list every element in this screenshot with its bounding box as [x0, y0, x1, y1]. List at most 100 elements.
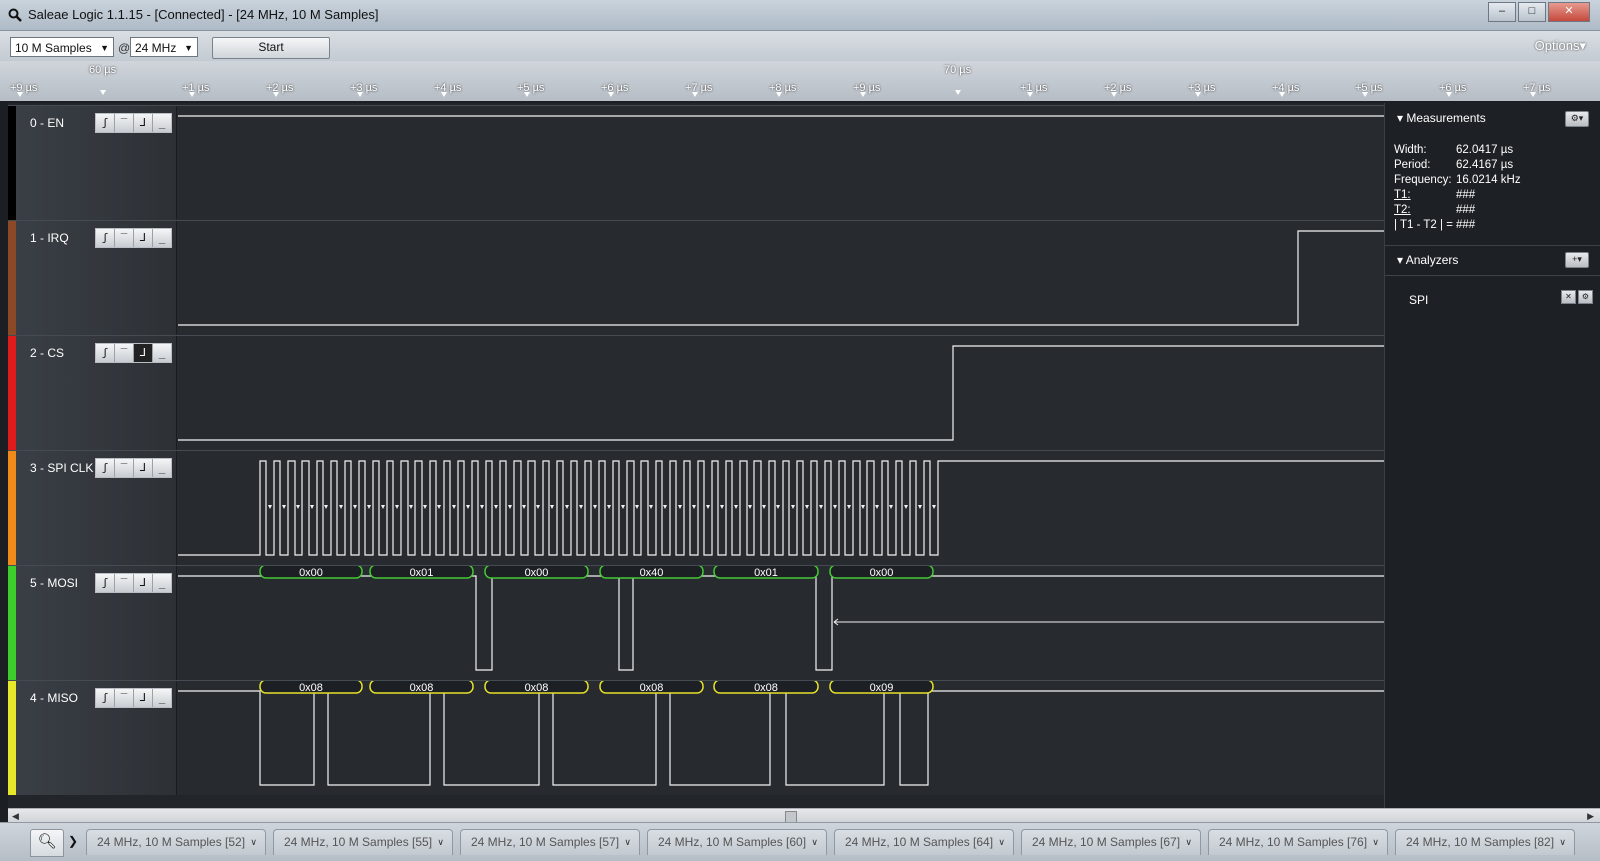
falling-edge-trigger-icon[interactable]: ⅃ [134, 459, 153, 477]
chevron-down-icon[interactable]: ∨ [1185, 830, 1192, 854]
add-analyzer-icon[interactable]: +▾ [1565, 252, 1589, 268]
search-icon[interactable]: 🔍︎ [30, 829, 64, 857]
rising-edge-trigger-icon[interactable]: ʃ [96, 344, 115, 362]
channel-label-area[interactable]: 1 - IRQ ʃ ‾ ⅃ _ [16, 221, 177, 335]
timeline-tick-label: +2 µs [266, 82, 294, 94]
timeline-tick-mark [692, 92, 698, 97]
waveform-area[interactable]: 0 - EN ʃ ‾ ⅃ _ 1 - IRQ ʃ ‾ ⅃ _ 2 - CS ʃ ‾ ⅃ _ 3 - SPI C… [8, 103, 1384, 808]
channel-name[interactable]: 0 - EN [30, 116, 64, 130]
sample-count-select[interactable]: 10 M Samples ▼ [10, 37, 114, 57]
capture-tab[interactable]: 24 MHz, 10 M Samples [52] ∨ [86, 829, 266, 855]
channel-row[interactable]: 0 - EN ʃ ‾ ⅃ _ [8, 105, 1384, 220]
analyzer-gear-icon[interactable]: ⚙ [1578, 290, 1593, 304]
capture-tab[interactable]: 24 MHz, 10 M Samples [76] ∨ [1208, 829, 1388, 855]
analyzers-header[interactable]: ▾ Analyzers [1397, 253, 1458, 267]
measurement-key: Period: [1394, 159, 1431, 171]
channel-name[interactable]: 1 - IRQ [30, 231, 69, 245]
side-panel: ▾ Measurements ⚙▾ Width: 62.0417 µs Period… [1384, 103, 1600, 808]
channel-row[interactable]: 0x08 0x08 0x08 0x08 0x08 0x09 4 - MISO ʃ ‾ ⅃ _ [8, 680, 1384, 795]
chevron-down-icon[interactable]: ∨ [437, 830, 444, 854]
trigger-selector: ʃ ‾ ⅃ _ [95, 458, 172, 478]
start-button[interactable]: Start [212, 37, 330, 59]
channel-row[interactable]: 2 - CS ʃ ‾ ⅃ _ [8, 335, 1384, 450]
falling-edge-trigger-icon[interactable]: ⅃ [134, 229, 153, 247]
low-level-trigger-icon[interactable]: _ [153, 459, 171, 477]
high-level-trigger-icon[interactable]: ‾ [115, 229, 134, 247]
measurements-header[interactable]: ▾ Measurements [1397, 111, 1486, 125]
scroll-right-icon[interactable]: ▶ [1587, 809, 1594, 823]
low-level-trigger-icon[interactable]: _ [153, 689, 171, 707]
capture-tab[interactable]: 24 MHz, 10 M Samples [57] ∨ [460, 829, 640, 855]
chevron-down-icon[interactable]: ∨ [624, 830, 631, 854]
high-level-trigger-icon[interactable]: ‾ [115, 689, 134, 707]
scroll-left-icon[interactable]: ◀ [12, 809, 19, 823]
high-level-trigger-icon[interactable]: ‾ [115, 574, 134, 592]
timeline-tick-label: +9 µs [10, 82, 38, 94]
capture-tab[interactable]: 24 MHz, 10 M Samples [55] ∨ [273, 829, 453, 855]
timeline-ruler[interactable]: 60 µs 70 µs +9 µs +1 µs +2 µs +3 µs +4 µs +5 … [0, 61, 1600, 101]
low-level-trigger-icon[interactable]: _ [153, 344, 171, 362]
low-level-trigger-icon[interactable]: _ [153, 114, 171, 132]
channel-label-area[interactable]: 0 - EN ʃ ‾ ⅃ _ [16, 106, 177, 220]
minimize-button[interactable]: – [1488, 2, 1516, 22]
falling-edge-trigger-icon[interactable]: ⅃ [134, 574, 153, 592]
channel-row[interactable]: 3 - SPI CLK ʃ ‾ ⅃ _ [8, 450, 1384, 565]
sample-arrow-icon [847, 505, 851, 509]
capture-tab[interactable]: 24 MHz, 10 M Samples [67] ∨ [1021, 829, 1201, 855]
rising-edge-trigger-icon[interactable]: ʃ [96, 459, 115, 477]
channel-label-area[interactable]: 2 - CS ʃ ‾ ⅃ _ [16, 336, 177, 450]
horizontal-scrollbar[interactable]: ◀ ▶ [8, 808, 1600, 823]
high-level-trigger-icon[interactable]: ‾ [115, 459, 134, 477]
decoded-byte-label: 0x08 [410, 682, 434, 694]
options-menu[interactable]: Options▾ [1535, 38, 1586, 54]
tab-scroll-arrow-icon[interactable]: ❯ [66, 829, 80, 855]
falling-edge-trigger-icon[interactable]: ⅃ [134, 114, 153, 132]
maximize-button[interactable]: □ [1518, 2, 1546, 22]
decoded-byte-label: 0x01 [410, 567, 434, 579]
low-level-trigger-icon[interactable]: _ [153, 574, 171, 592]
channel-name[interactable]: 4 - MISO [30, 691, 78, 705]
rising-edge-trigger-icon[interactable]: ʃ [96, 229, 115, 247]
falling-edge-trigger-icon[interactable]: ⅃ [134, 689, 153, 707]
channel-name[interactable]: 2 - CS [30, 346, 64, 360]
close-analyzer-icon[interactable]: ✕ [1561, 290, 1576, 304]
rising-edge-trigger-icon[interactable]: ʃ [96, 114, 115, 132]
close-button[interactable]: ✕ [1548, 2, 1590, 22]
chevron-down-icon[interactable]: ∨ [1372, 830, 1379, 854]
measurements-gear-icon[interactable]: ⚙▾ [1565, 111, 1589, 127]
high-level-trigger-icon[interactable]: ‾ [115, 344, 134, 362]
capture-tab[interactable]: 24 MHz, 10 M Samples [60] ∨ [647, 829, 827, 855]
rising-edge-trigger-icon[interactable]: ʃ [96, 574, 115, 592]
waveform-trace [178, 115, 1384, 117]
waveform-trace: 0x08 0x08 0x08 0x08 0x08 0x09 [178, 681, 1384, 786]
timeline-tick-label: +6 µs [1439, 82, 1467, 94]
channel-label-area[interactable]: 3 - SPI CLK ʃ ‾ ⅃ _ [16, 451, 177, 565]
falling-edge-trigger-icon[interactable]: ⅃ [134, 344, 153, 362]
measurement-key[interactable]: T1: [1394, 189, 1456, 201]
sample-rate-select[interactable]: 24 MHz ▼ [130, 37, 198, 57]
channel-name[interactable]: 3 - SPI CLK [30, 461, 93, 475]
chevron-down-icon[interactable]: ∨ [998, 830, 1005, 854]
capture-tab[interactable]: 24 MHz, 10 M Samples [64] ∨ [834, 829, 1014, 855]
low-level-trigger-icon[interactable]: _ [153, 229, 171, 247]
channel-label-area[interactable]: 4 - MISO ʃ ‾ ⅃ _ [16, 681, 177, 795]
sample-arrow-icon [339, 505, 343, 509]
waveform-path [178, 345, 1384, 441]
chevron-down-icon[interactable]: ∨ [811, 830, 818, 854]
channel-row[interactable]: 0x00 0x01 0x00 0x40 0x01 0x00 5 - MOSI ʃ ‾ ⅃ _ [8, 565, 1384, 680]
sample-arrow-icon [861, 505, 865, 509]
analyzers-title: Analyzers [1405, 253, 1459, 267]
channel-name[interactable]: 5 - MOSI [30, 576, 78, 590]
channel-row[interactable]: 1 - IRQ ʃ ‾ ⅃ _ [8, 220, 1384, 335]
sample-rate-value: 24 MHz [135, 41, 177, 55]
waveform-trace: 0x00 0x01 0x00 0x40 0x01 0x00 [178, 566, 1384, 671]
capture-tab[interactable]: 24 MHz, 10 M Samples [82] ∨ [1395, 829, 1575, 855]
high-level-trigger-icon[interactable]: ‾ [115, 114, 134, 132]
analyzer-item-spi[interactable]: SPI [1409, 293, 1428, 307]
rising-edge-trigger-icon[interactable]: ʃ [96, 689, 115, 707]
sample-arrow-icon [353, 505, 357, 509]
chevron-down-icon[interactable]: ∨ [1559, 830, 1566, 854]
chevron-down-icon[interactable]: ∨ [250, 830, 257, 854]
channel-label-area[interactable]: 5 - MOSI ʃ ‾ ⅃ _ [16, 566, 177, 680]
measurement-key[interactable]: T2: [1394, 204, 1456, 216]
